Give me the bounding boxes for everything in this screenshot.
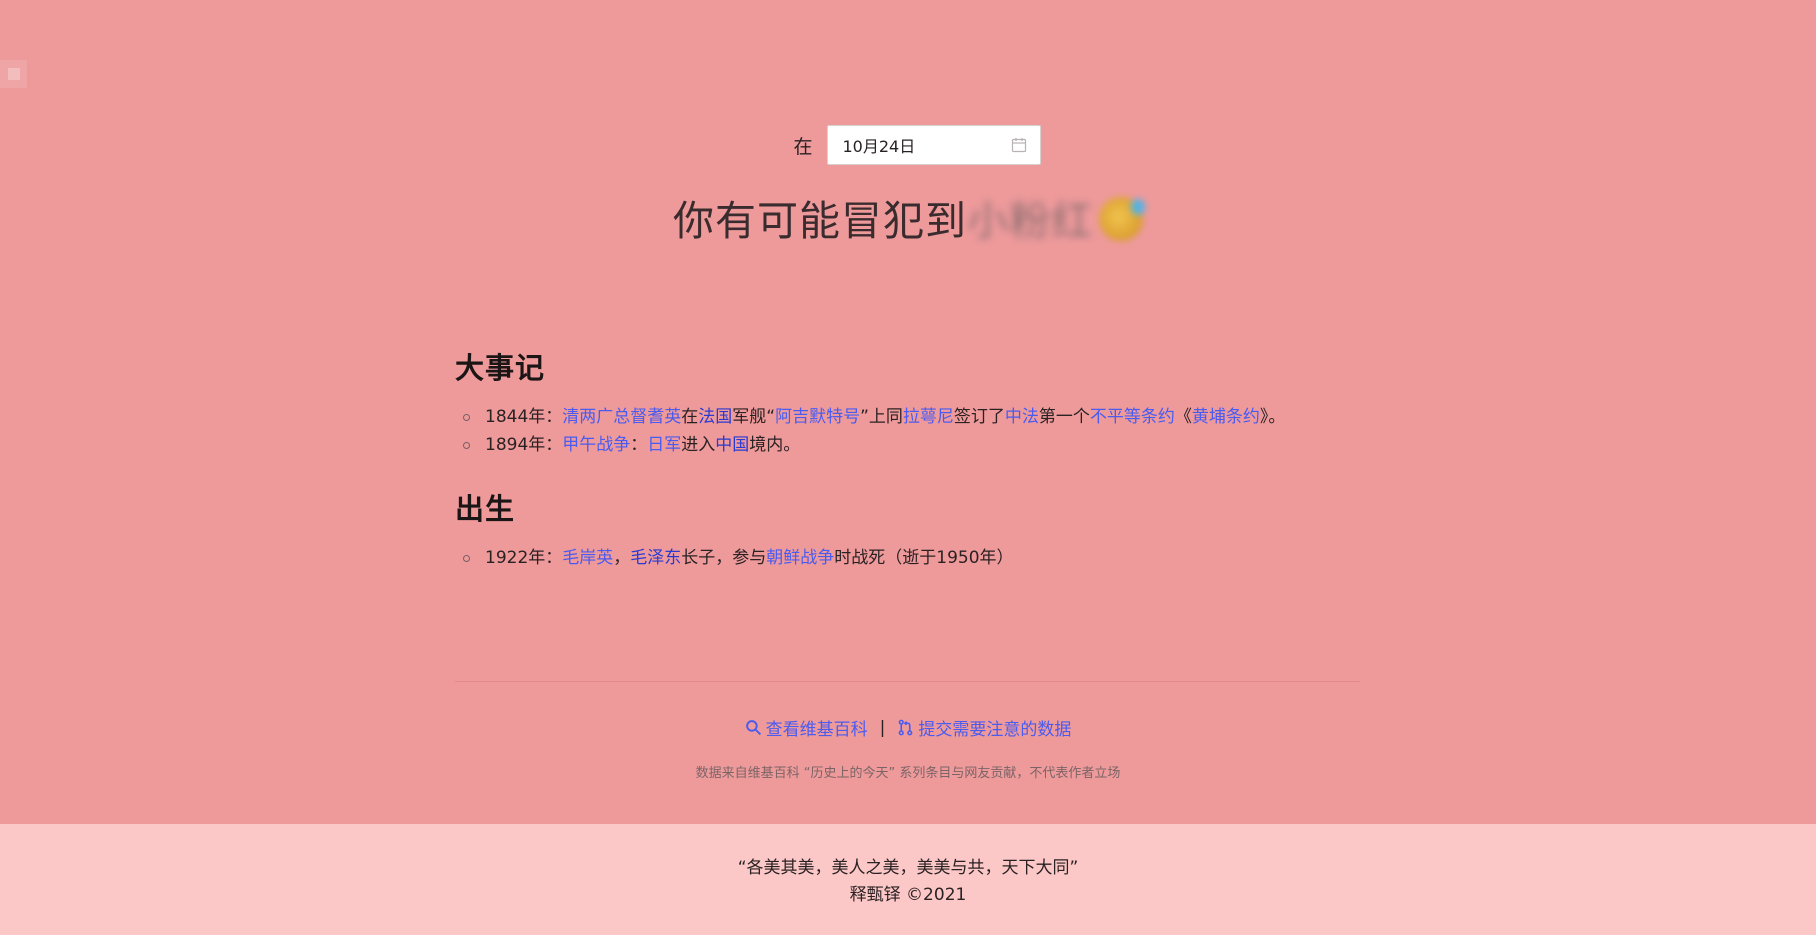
date-row: 在 10月24日 (0, 125, 1816, 165)
submit-data-label: 提交需要注意的数据 (918, 720, 1072, 740)
wiki-link[interactable]: 中国 (715, 435, 749, 455)
search-icon (745, 720, 761, 736)
section-title-events: 大事记 (455, 351, 546, 385)
wiki-link[interactable]: 法国 (698, 407, 732, 427)
wiki-link[interactable]: 阿吉默特号 (775, 407, 860, 427)
page-title: 你有可能冒犯到小粉红 (0, 187, 1816, 247)
events-list: 1844年：清两广总督耆英在法国军舰“阿吉默特号”上同拉萼尼签订了中法第一个不平… (455, 403, 1360, 459)
item-text: 第一个 (1038, 407, 1090, 427)
item-text: ， (613, 548, 631, 568)
item-text: ： (630, 435, 648, 455)
births-list: 1922年：毛岸英，毛泽东长子，参与朝鲜战争时战死（逝于1950年） (455, 544, 1360, 572)
submit-data-link[interactable]: 提交需要注意的数据 (897, 715, 1071, 740)
pull-request-icon (899, 719, 913, 736)
footer: “各美其美，美人之美，美美与共，天下大同” 释甄铎 ©2021 (0, 824, 1816, 935)
item-text: 《 (1174, 407, 1192, 427)
date-value: 10月24日 (842, 137, 916, 156)
section-title-births: 出生 (455, 492, 516, 526)
source-disclaimer: 数据来自维基百科 “历史上的今天” 系列条目与网友贡献，不代表作者立场 (695, 766, 1121, 781)
wiki-link[interactable]: 不平等条约 (1090, 407, 1175, 427)
item-text: 1922年： (485, 548, 563, 568)
item-text: 》。 (1259, 407, 1286, 427)
list-item: 1844年：清两广总督耆英在法国军舰“阿吉默特号”上同拉萼尼签订了中法第一个不平… (455, 403, 1360, 431)
wiki-link[interactable]: 拉萼尼 (903, 407, 954, 427)
bullet-icon (463, 414, 470, 421)
item-text: 在 (681, 407, 699, 427)
wiki-link[interactable]: 中法 (1005, 407, 1039, 427)
item-text: 1894年： (485, 435, 563, 455)
item-text: 长子，参与 (681, 548, 767, 568)
wiki-link[interactable]: 黄埔条约 (1192, 407, 1260, 427)
action-links: 查看维基百科 | 提交需要注意的数据 (0, 715, 1816, 740)
calendar-icon[interactable] (1010, 136, 1028, 154)
date-picker-input[interactable]: 10月24日 (826, 125, 1041, 165)
view-wikipedia-link[interactable]: 查看维基百科 (745, 715, 868, 740)
item-text: 1844年： (485, 407, 563, 427)
main-content: 大事记 1844年：清两广总督耆英在法国军舰“阿吉默特号”上同拉萼尼签订了中法第… (455, 345, 1360, 572)
sad-face-emoji-icon (1099, 197, 1145, 241)
action-separator: | (879, 717, 886, 738)
footer-quote: “各美其美，美人之美，美美与共，天下大同” (737, 858, 1079, 878)
date-prefix-label: 在 (793, 135, 813, 158)
square-icon (7, 68, 20, 80)
wiki-link[interactable]: 朝鲜战争 (766, 548, 834, 568)
list-item: 1894年：甲午战争：日军进入中国境内。 (455, 431, 1360, 459)
footer-credit: 释甄铎 ©2021 (849, 885, 967, 905)
wiki-link[interactable]: 甲午战争 (562, 435, 630, 455)
item-text: 军舰“ (732, 407, 776, 427)
wiki-link[interactable]: 清两广总督耆英 (562, 407, 681, 427)
item-text: 进入 (681, 435, 716, 455)
corner-toggle[interactable] (0, 60, 27, 88)
wiki-link[interactable]: 毛泽东 (630, 548, 681, 568)
bullet-icon (463, 442, 470, 449)
item-text: 签订了 (953, 407, 1005, 427)
list-item: 1922年：毛岸英，毛泽东长子，参与朝鲜战争时战死（逝于1950年） (455, 544, 1360, 572)
page-title-text: 你有可能冒犯到 (673, 197, 967, 245)
wiki-link[interactable]: 毛岸英 (562, 548, 613, 568)
wiki-link[interactable]: 日军 (647, 435, 681, 455)
view-wikipedia-label: 查看维基百科 (765, 720, 868, 740)
divider (455, 681, 1360, 682)
bullet-icon (463, 555, 470, 562)
blurred-target-text: 小粉红 (967, 197, 1093, 245)
item-text: 境内。 (749, 435, 801, 455)
item-text: 时战死（逝于1950年） (834, 548, 1014, 568)
item-text: ”上同 (860, 407, 903, 427)
